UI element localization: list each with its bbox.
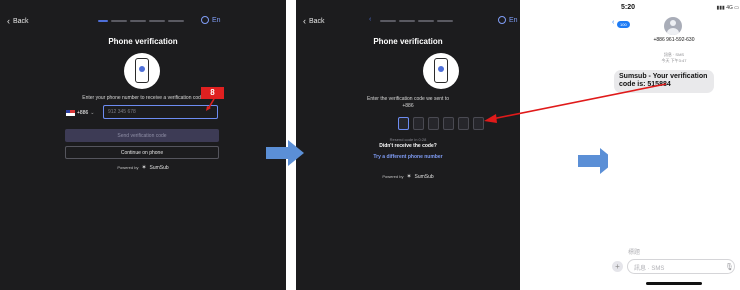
progress-step xyxy=(168,20,184,22)
phone-number-input[interactable] xyxy=(103,105,218,119)
page-title: Phone verification xyxy=(108,37,178,46)
sumsub-logo-icon: ✶ xyxy=(406,174,412,180)
language-label: En xyxy=(212,16,221,24)
phone-entry-screen: ‹ Back En Phone verification Enter your … xyxy=(0,0,286,290)
progress-back-icon: ‹ xyxy=(369,16,372,23)
battery-icon: ▭ xyxy=(734,5,739,11)
status-indicators: ▮▮▮ 4G ▭ xyxy=(717,4,739,11)
back-label: Back xyxy=(13,18,29,25)
instruction-text: Enter your phone number to receive a ver… xyxy=(82,95,204,101)
sumsub-logo-icon: ✶ xyxy=(141,165,147,171)
brand-name: SumSub xyxy=(414,173,434,180)
country-code: +886 xyxy=(77,110,89,116)
powered-by: Powered by ✶ SumSub xyxy=(296,173,520,181)
smartphone-icon xyxy=(135,58,149,83)
back-button[interactable]: ‹ Back xyxy=(7,17,29,26)
status-bar: 5:20 ▮▮▮ 4G ▭ xyxy=(621,4,739,11)
progress-step xyxy=(149,20,165,22)
language-selector[interactable]: En xyxy=(498,16,518,24)
microphone-icon[interactable]: 🎙 xyxy=(725,263,734,271)
shield-dot-icon xyxy=(438,66,444,72)
country-code-selector[interactable]: +886 ⌄ xyxy=(66,106,102,120)
smartphone-icon xyxy=(434,58,448,83)
brand-name: SumSub xyxy=(149,164,169,171)
progress-step xyxy=(380,20,396,22)
chevron-left-icon: ‹ xyxy=(7,16,10,26)
phone-illustration xyxy=(423,53,459,89)
message-compose-input[interactable]: 訊息 · SMS xyxy=(627,259,735,274)
progress-step xyxy=(418,20,434,22)
page-title: Phone verification xyxy=(373,37,443,46)
plus-icon[interactable]: + xyxy=(612,261,623,272)
message-timestamp: 今天 下午3:47 xyxy=(661,58,687,63)
powered-by-label: Powered by xyxy=(382,174,404,179)
unread-count-badge[interactable]: 100 xyxy=(617,21,630,28)
avatar[interactable] xyxy=(664,17,682,35)
code-entry-screen: ‹ Back ‹ En Phone verification Enter the… xyxy=(296,0,520,290)
contact-number[interactable]: +886 961-592-630 xyxy=(608,37,740,43)
taiwan-flag-icon xyxy=(66,110,75,116)
send-verification-code-button[interactable]: Send verification code xyxy=(65,129,219,142)
resend-timer: Resend code in 0:28 xyxy=(389,137,427,142)
powered-by-label: Powered by xyxy=(117,165,139,170)
sms-message-screen: 5:20 ▮▮▮ 4G ▭ ‹ 100 +886 961-592-630 訊息 … xyxy=(608,0,740,290)
chevron-down-icon: ⌄ xyxy=(90,110,95,116)
back-label: Back xyxy=(309,18,325,25)
continue-on-phone-button[interactable]: Continue on phone xyxy=(65,146,219,159)
language-selector[interactable]: En xyxy=(201,16,221,24)
step-progress xyxy=(98,20,184,22)
code-digit-input[interactable] xyxy=(413,117,424,130)
code-digit-input[interactable] xyxy=(443,117,454,130)
code-digit-input[interactable] xyxy=(428,117,439,130)
home-indicator xyxy=(646,282,702,285)
language-label: En xyxy=(509,16,518,24)
shield-dot-icon xyxy=(139,66,145,72)
globe-icon xyxy=(201,16,209,24)
chevron-left-icon[interactable]: ‹ xyxy=(612,19,614,26)
powered-by: Powered by ✶ SumSub xyxy=(0,164,286,172)
step-progress: ‹ xyxy=(369,16,453,23)
flow-arrow-right-icon xyxy=(266,140,304,166)
progress-step xyxy=(437,20,453,22)
code-digit-input[interactable] xyxy=(458,117,469,130)
pointer-arrow-icon xyxy=(206,98,215,111)
globe-icon xyxy=(498,16,506,24)
progress-step xyxy=(98,20,108,22)
progress-step xyxy=(130,20,146,22)
code-digit-input[interactable] xyxy=(398,117,409,130)
phone-illustration xyxy=(124,53,160,89)
progress-step xyxy=(111,20,127,22)
signal-icon: ▮▮▮ xyxy=(716,5,725,11)
progress-step xyxy=(399,20,415,22)
try-different-number-link[interactable]: Try a different phone number xyxy=(296,154,520,160)
chevron-left-icon: ‹ xyxy=(303,16,306,26)
back-button[interactable]: ‹ Back xyxy=(303,17,325,26)
red-link-arrow-icon xyxy=(484,83,667,123)
subject-field[interactable]: 標題 xyxy=(628,247,640,256)
network-type: 4G xyxy=(726,5,733,11)
no-code-text: Didn't receive the code? xyxy=(379,143,437,149)
status-time: 5:20 xyxy=(621,4,636,11)
